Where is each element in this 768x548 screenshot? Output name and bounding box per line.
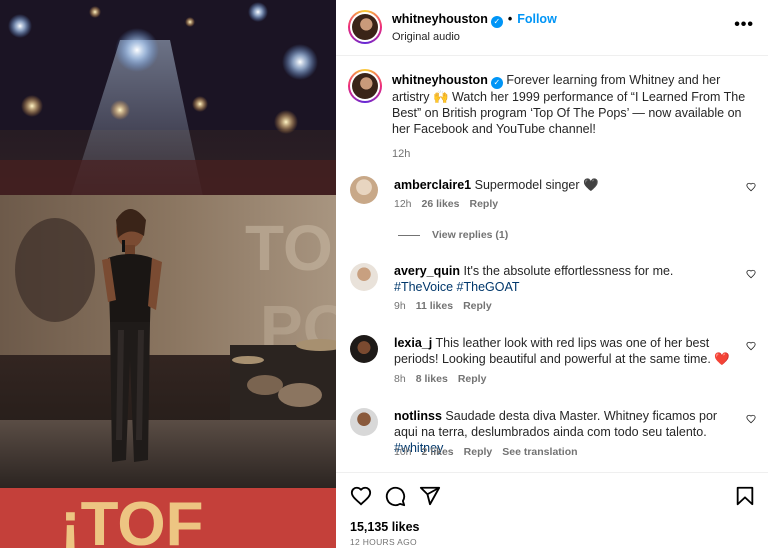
comment-time: 8h xyxy=(394,373,406,385)
caption-avatar[interactable] xyxy=(348,69,382,103)
likes-count[interactable]: 15,135 likes xyxy=(350,520,420,534)
commenter-avatar[interactable] xyxy=(350,176,378,204)
commenter-username[interactable]: notlinss xyxy=(394,409,442,423)
comment-text: Supermodel singer 🖤 xyxy=(474,178,599,192)
post-video[interactable]: TO PO ¡TOF xyxy=(0,0,336,548)
comment-time: 12h xyxy=(394,198,412,210)
reply-button[interactable]: Reply xyxy=(458,373,487,385)
commenter-username[interactable]: lexia_j xyxy=(394,336,432,350)
replies-line xyxy=(398,234,420,236)
comment-text: It's the absolute effortlessness for me. xyxy=(463,264,674,278)
comment-icon[interactable] xyxy=(384,485,406,507)
commenter-avatar[interactable] xyxy=(350,408,378,436)
post-header: whitneyhouston ✓ • Follow Original audio ••… xyxy=(336,0,768,56)
author-avatar[interactable] xyxy=(348,10,382,44)
comment-text: Saudade desta diva Master. Whitney ficam… xyxy=(394,409,718,439)
separator-dot: • xyxy=(507,12,513,26)
reply-button[interactable]: Reply xyxy=(464,446,493,458)
post-details-panel: whitneyhouston ✓ • Follow Original audio ••… xyxy=(336,0,768,548)
post-actions-bar: 15,135 likes 12 HOURS AGO xyxy=(336,472,768,548)
comment-like-heart-icon[interactable] xyxy=(746,182,756,192)
post-time: 12 HOURS AGO xyxy=(350,537,417,547)
svg-text:TO: TO xyxy=(245,212,333,284)
share-icon[interactable] xyxy=(419,485,441,507)
verified-badge-icon: ✓ xyxy=(490,16,503,28)
reply-button[interactable]: Reply xyxy=(463,300,492,312)
comment-likes[interactable]: 8 likes xyxy=(416,373,448,385)
audio-label[interactable]: Original audio xyxy=(392,31,460,43)
comment-time: 10h xyxy=(394,446,412,458)
comment-like-heart-icon[interactable] xyxy=(746,414,756,424)
more-options-icon[interactable]: ••• xyxy=(734,16,754,34)
reply-button[interactable]: Reply xyxy=(469,198,498,210)
author-username[interactable]: whitneyhouston xyxy=(392,12,488,26)
heart-icon[interactable] xyxy=(350,485,372,507)
commenter-username[interactable]: avery_quin xyxy=(394,264,460,278)
comment-likes[interactable]: 11 likes xyxy=(416,300,453,312)
comment-likes[interactable]: 2 likes xyxy=(422,446,454,458)
comment-like-heart-icon[interactable] xyxy=(746,341,756,351)
comment-text: This leather look with red lips was one … xyxy=(394,336,730,366)
view-replies-button[interactable]: View replies (1) xyxy=(398,229,508,241)
performance-scene: TO PO ¡TOF xyxy=(0,0,336,548)
comment-hashtags[interactable]: #TheVoice #TheGOAT xyxy=(394,280,520,294)
follow-button[interactable]: Follow xyxy=(517,12,557,26)
comment-time: 9h xyxy=(394,300,406,312)
comment-likes[interactable]: 26 likes xyxy=(422,198,460,210)
see-translation-link[interactable]: See translation xyxy=(502,446,577,458)
commenter-avatar[interactable] xyxy=(350,263,378,291)
verified-badge-icon: ✓ xyxy=(490,77,503,89)
commenter-avatar[interactable] xyxy=(350,335,378,363)
caption-time: 12h xyxy=(392,148,411,160)
bookmark-icon[interactable] xyxy=(734,485,756,507)
commenter-username[interactable]: amberclaire1 xyxy=(394,178,471,192)
svg-text:¡TOF: ¡TOF xyxy=(60,490,204,548)
comment-like-heart-icon[interactable] xyxy=(746,269,756,279)
caption-username[interactable]: whitneyhouston xyxy=(392,73,488,87)
